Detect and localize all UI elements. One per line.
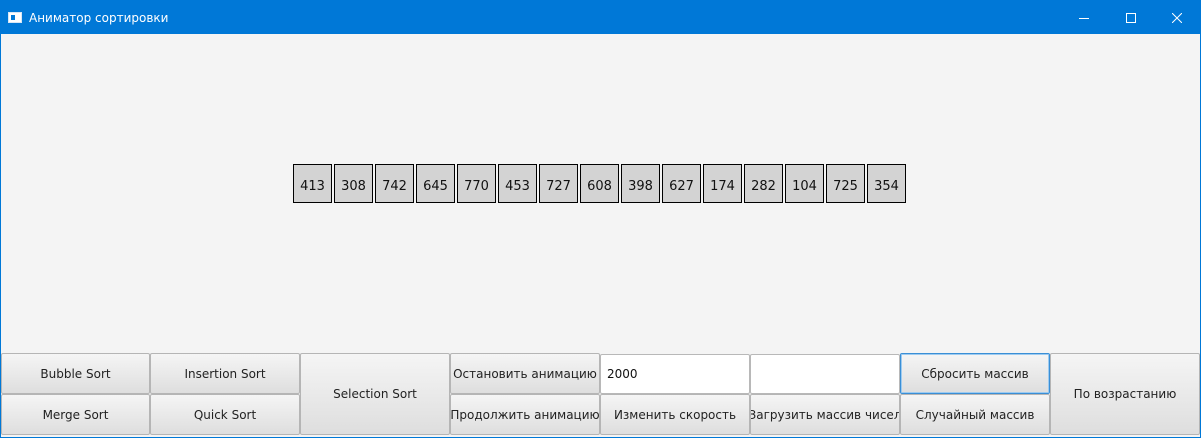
minimize-icon: [1079, 17, 1089, 19]
close-icon: [1172, 12, 1182, 23]
change-speed-button[interactable]: Изменить скорость: [600, 394, 750, 435]
app-window-icon: [8, 12, 22, 23]
reset-array-button[interactable]: Сбросить массив: [900, 353, 1050, 394]
quick-sort-button[interactable]: Quick Sort: [150, 394, 300, 435]
array-input[interactable]: [750, 354, 900, 394]
maximize-button[interactable]: [1108, 1, 1154, 34]
speed-input[interactable]: 2000: [600, 354, 750, 394]
array-cell: 608: [580, 164, 619, 203]
array-cell: 770: [457, 164, 496, 203]
app-window: Аниматор сортировки 413 308 742 645 770 453 72…: [0, 0, 1201, 438]
array-cell: 453: [498, 164, 537, 203]
array-cell: 725: [826, 164, 865, 203]
array-cell: 727: [539, 164, 578, 203]
window-title: Аниматор сортировки: [29, 11, 169, 25]
stop-animation-button[interactable]: Остановить анимацию: [450, 353, 600, 394]
selection-sort-button[interactable]: Selection Sort: [300, 353, 450, 435]
array-display: 413 308 742 645 770 453 727 608 398 627 174 282 104 7…: [293, 164, 906, 205]
load-array-button[interactable]: Загрузить массив чисел: [750, 394, 900, 435]
array-cell: 282: [744, 164, 783, 203]
array-cell: 742: [375, 164, 414, 203]
title-bar[interactable]: Аниматор сортировки: [1, 1, 1200, 34]
close-button[interactable]: [1154, 1, 1200, 34]
array-cell: 645: [416, 164, 455, 203]
array-cell: 413: [293, 164, 332, 203]
array-cell: 354: [867, 164, 906, 203]
resume-animation-button[interactable]: Продолжить анимацию: [450, 394, 600, 435]
array-cell: 104: [785, 164, 824, 203]
random-array-button[interactable]: Случайный массив: [900, 394, 1050, 435]
array-cell: 627: [662, 164, 701, 203]
minimize-button[interactable]: [1061, 1, 1107, 34]
merge-sort-button[interactable]: Merge Sort: [1, 394, 150, 435]
insertion-sort-button[interactable]: Insertion Sort: [150, 353, 300, 394]
ascending-order-button[interactable]: По возрастанию: [1050, 353, 1200, 435]
array-cell: 174: [703, 164, 742, 203]
array-cell: 398: [621, 164, 660, 203]
array-cell: 308: [334, 164, 373, 203]
bubble-sort-button[interactable]: Bubble Sort: [1, 353, 150, 394]
maximize-icon: [1126, 12, 1136, 23]
